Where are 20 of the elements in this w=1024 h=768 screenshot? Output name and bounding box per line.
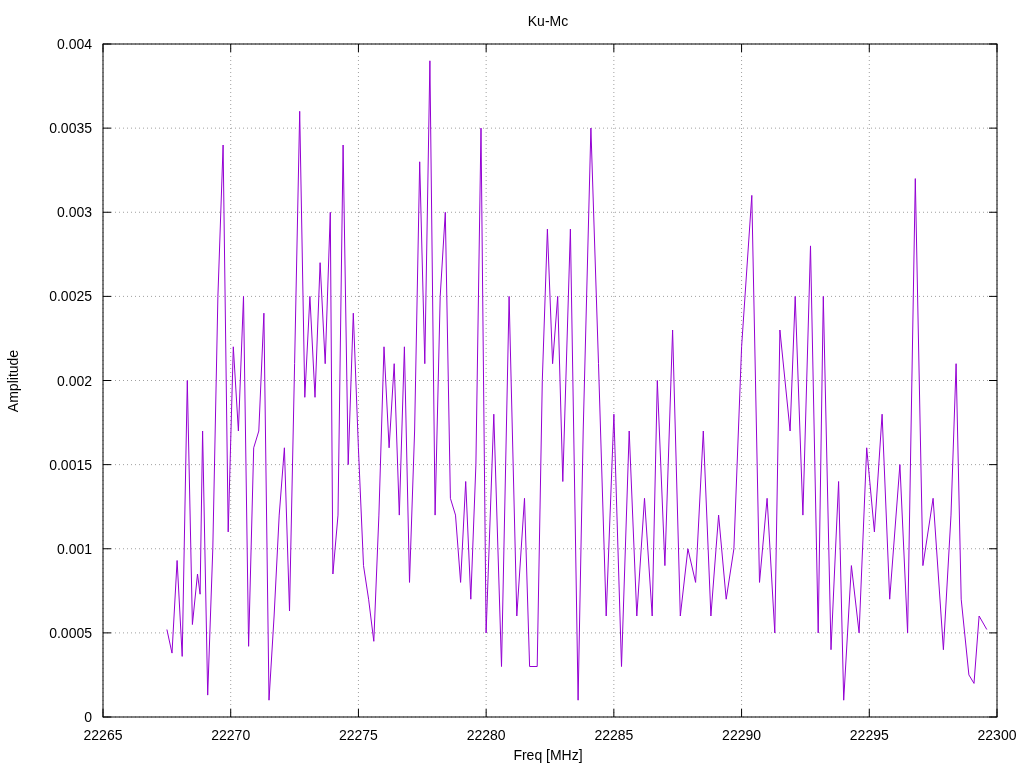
x-tick-label: 22295 xyxy=(849,727,889,743)
y-tick-label: 0.0015 xyxy=(49,456,92,473)
x-tick-label: 22285 xyxy=(594,727,634,743)
y-tick-label: 0.001 xyxy=(56,540,92,557)
x-tick-label: 22290 xyxy=(722,727,762,743)
y-axis-label: Amplitude xyxy=(5,349,21,413)
chart-title: Ku-Mc xyxy=(527,13,569,29)
x-tick-label: 22300 xyxy=(977,727,1017,743)
x-tick-label: 22270 xyxy=(211,727,251,743)
y-tick-label: 0.004 xyxy=(56,36,92,52)
y-tick-label: 0.0025 xyxy=(49,288,92,305)
y-tick-label: 0 xyxy=(84,709,92,725)
x-axis-label: Freq [MHz] xyxy=(513,747,583,763)
y-tick-label: 0.0035 xyxy=(49,120,92,137)
x-tick-label: 22275 xyxy=(338,727,378,743)
y-tick-label: 0.0005 xyxy=(49,624,92,641)
x-tick-label: 22265 xyxy=(83,727,123,743)
y-tick-label: 0.003 xyxy=(56,204,92,221)
x-tick-label: 22280 xyxy=(466,727,506,743)
y-tick-label: 0.002 xyxy=(56,372,92,389)
